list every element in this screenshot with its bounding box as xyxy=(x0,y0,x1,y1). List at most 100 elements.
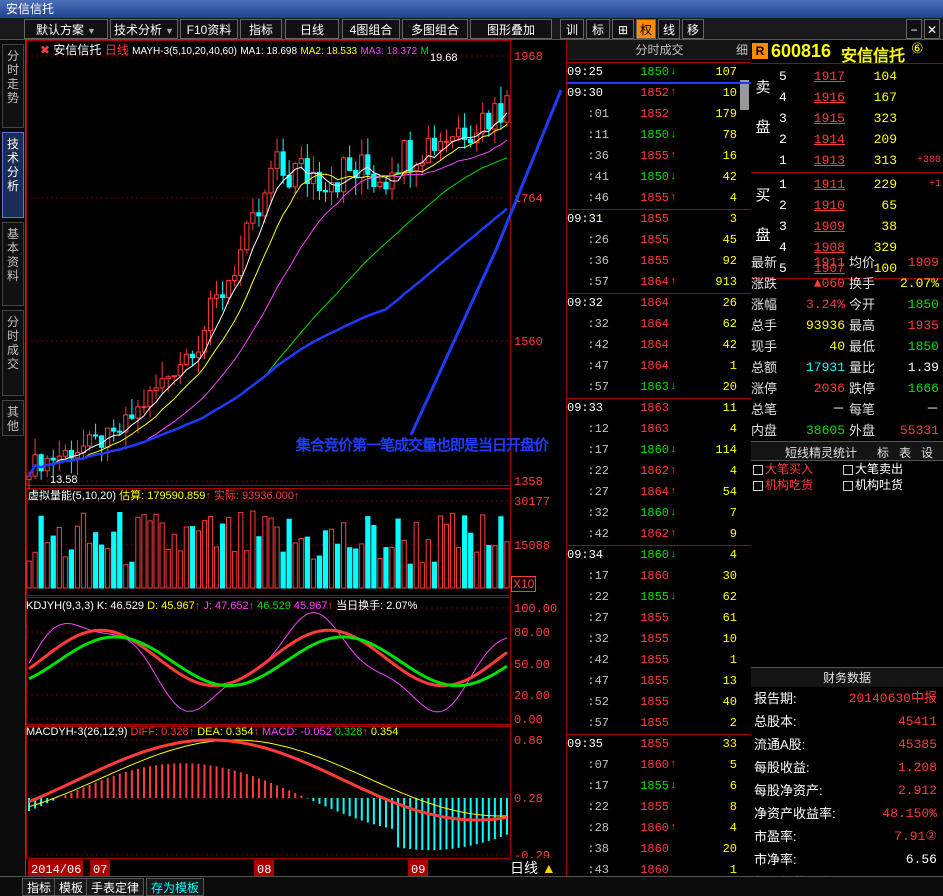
left-tab-1[interactable]: 技术分析 xyxy=(2,132,24,218)
trade-volume: 1 xyxy=(729,653,737,667)
bottom-tab-2[interactable]: 手表定律 xyxy=(86,878,145,896)
elf-item[interactable]: 大笔卖出 xyxy=(843,461,903,477)
trade-row[interactable]: :12 1863 4 xyxy=(567,419,739,440)
toolbar-button-8[interactable]: 训 xyxy=(560,19,584,39)
trade-row[interactable]: :42 1855 1 xyxy=(567,650,739,671)
candle-body xyxy=(256,212,262,217)
toolbar-button-6[interactable]: 多图组合 xyxy=(402,19,468,39)
trade-row[interactable]: :27 1855 61 xyxy=(567,608,739,629)
chart-area[interactable]: 1968 1764 1560 1358 30177 15088 100.00 80.00 50.… xyxy=(26,40,566,880)
toolbar-button-9[interactable]: 标 xyxy=(586,19,610,39)
period-button[interactable]: 日线 ▲ xyxy=(510,858,566,878)
trades-detail-button[interactable]: 细 xyxy=(736,40,748,60)
candle-body xyxy=(443,140,450,143)
trade-volume: 913 xyxy=(715,275,737,289)
trade-row[interactable]: :26 1855 45 xyxy=(567,230,739,251)
trade-row[interactable]: :32 1860 ↓ 7 xyxy=(567,503,739,524)
trade-row[interactable]: 09:25 1850 ↓ 107 xyxy=(567,62,752,83)
trade-price: 1863 xyxy=(640,401,669,415)
toolbar-button-10[interactable]: ⊞ xyxy=(612,19,634,39)
quote-row: 涨停 2036 跌停 1666 xyxy=(751,378,943,399)
bottom-tab-1[interactable]: 模板 xyxy=(54,878,89,896)
trade-row[interactable]: :46 1855 ↑ 4 xyxy=(567,188,739,209)
toolbar-button-14[interactable]: − xyxy=(906,19,922,39)
trade-row[interactable]: 09:30 1852 ↑ 10 xyxy=(567,83,752,104)
checkbox-icon[interactable] xyxy=(753,480,763,491)
trade-row[interactable]: :36 1855 92 xyxy=(567,251,739,272)
trade-row[interactable]: :01 1852 179 xyxy=(567,104,739,125)
toolbar-button-5[interactable]: 4图组合 xyxy=(342,19,400,39)
fin-key: 净资产收益率: xyxy=(754,806,836,821)
arrow-down-icon: ↓ xyxy=(670,780,677,792)
trade-row[interactable]: :17 1860 30 xyxy=(567,566,739,587)
left-tab-3[interactable]: 分时成交 xyxy=(2,310,24,396)
trade-row[interactable]: :07 1860 ↑ 5 xyxy=(567,755,739,776)
trade-price: 1860 xyxy=(640,548,669,562)
toolbar-label: 图形叠加 xyxy=(486,23,535,37)
toolbar-button-1[interactable]: 技术分析 ▼ xyxy=(110,19,178,39)
elf-item[interactable]: 大笔买入 xyxy=(753,461,813,477)
toolbar-button-3[interactable]: 指标 xyxy=(240,19,282,39)
trade-row[interactable]: :38 1860 20 xyxy=(567,839,739,860)
trade-row[interactable]: :17 1860 ↓ 114 xyxy=(567,440,739,461)
toolbar-button-0[interactable]: 默认方案 ▼ xyxy=(24,19,108,39)
trades-list[interactable]: 09:25 1850 ↓ 107 09:30 1852 ↑ 10:01 1852 179:11 18… xyxy=(567,62,752,880)
elf-tab-1[interactable]: 表 xyxy=(899,444,911,461)
trade-row[interactable]: 09:32 1864 26 xyxy=(567,293,752,314)
toolbar-button-12[interactable]: 线 xyxy=(658,19,680,39)
trade-row[interactable]: :27 1864 ↑ 54 xyxy=(567,482,739,503)
trade-row[interactable]: 09:35 1855 33 xyxy=(567,734,752,755)
trades-scroll-thumb[interactable] xyxy=(740,80,749,110)
toolbar-button-15[interactable]: ✕ xyxy=(924,19,940,39)
trade-row[interactable]: :11 1850 ↓ 78 xyxy=(567,125,739,146)
trade-row[interactable]: :36 1855 ↑ 16 xyxy=(567,146,739,167)
trade-row[interactable]: 09:33 1863 11 xyxy=(567,398,752,419)
elf-tab-2[interactable]: 设 xyxy=(921,444,933,461)
trade-row[interactable]: 09:31 1855 3 xyxy=(567,209,752,230)
elf-item[interactable]: 机构吐货 xyxy=(843,477,903,493)
toolbar-button-7[interactable]: 图形叠加 xyxy=(470,19,552,39)
toolbar-button-2[interactable]: F10资料 xyxy=(180,19,238,39)
trade-row[interactable]: :57 1855 2 xyxy=(567,713,739,734)
left-tab-label: 基本资料 xyxy=(6,227,19,283)
trade-row[interactable]: :52 1855 40 xyxy=(567,692,739,713)
bottom-tab-0[interactable]: 指标 xyxy=(22,878,57,896)
bottom-tab-3[interactable]: 存为模板 xyxy=(146,878,205,896)
checkbox-icon[interactable] xyxy=(753,464,763,475)
checkbox-icon[interactable] xyxy=(843,464,853,475)
chart-canvas[interactable]: 19681764156013583017715088100.0080.0050.… xyxy=(26,40,566,880)
main-toolbar: 默认方案 ▼ 技术分析 ▼ F10资料 指标 日线 4图组合 多图组合 图形叠加 训标 ⊞ 权线移 − ✕ xyxy=(0,18,943,40)
volume-bar xyxy=(371,524,377,589)
close-icon[interactable]: ✖ xyxy=(40,43,50,57)
toolbar-button-13[interactable]: 移 xyxy=(682,19,704,39)
trade-row[interactable]: :22 1862 ↑ 4 xyxy=(567,461,739,482)
trade-row[interactable]: :57 1864 ↑ 913 xyxy=(567,272,739,293)
trade-row[interactable]: 09:34 1860 ↓ 4 xyxy=(567,545,752,566)
trade-row[interactable]: :32 1855 10 xyxy=(567,629,739,650)
toolbar-button-11[interactable]: 权 xyxy=(636,19,656,39)
trade-row[interactable]: :17 1855 ↓ 6 xyxy=(567,776,739,797)
trade-row[interactable]: :22 1855 ↓ 62 xyxy=(567,587,739,608)
price-axis-label: 1358 xyxy=(514,475,543,489)
trade-volume: 7 xyxy=(729,506,737,520)
trade-row[interactable]: :41 1850 ↓ 42 xyxy=(567,167,739,188)
toolbar-button-4[interactable]: 日线 xyxy=(285,19,339,39)
trade-row[interactable]: :47 1864 1 xyxy=(567,356,739,377)
left-tab-0[interactable]: 分时走势 xyxy=(2,44,24,128)
trade-row[interactable]: :22 1855 8 xyxy=(567,797,739,818)
trade-row[interactable]: :32 1864 62 xyxy=(567,314,739,335)
left-tab-2[interactable]: 基本资料 xyxy=(2,222,24,306)
elf-item[interactable]: 机构吃货 xyxy=(753,477,813,493)
toolbar-label: 默认方案 xyxy=(36,23,85,37)
toolbar-label: 日线 xyxy=(299,23,324,37)
trade-row[interactable]: :47 1855 13 xyxy=(567,671,739,692)
trade-row[interactable]: :42 1864 42 xyxy=(567,335,739,356)
checkbox-icon[interactable] xyxy=(843,480,853,491)
trade-row[interactable]: :57 1863 ↓ 20 xyxy=(567,377,739,398)
trade-row[interactable]: :28 1860 ↑ 4 xyxy=(567,818,739,839)
trade-row[interactable]: :42 1862 ↑ 9 xyxy=(567,524,739,545)
elf-tab-0[interactable]: 标 xyxy=(877,444,889,461)
left-tab-4[interactable]: 其他 xyxy=(2,400,24,436)
quote-value: 2036 xyxy=(813,381,845,396)
quote-value: ▲060 xyxy=(813,276,845,291)
